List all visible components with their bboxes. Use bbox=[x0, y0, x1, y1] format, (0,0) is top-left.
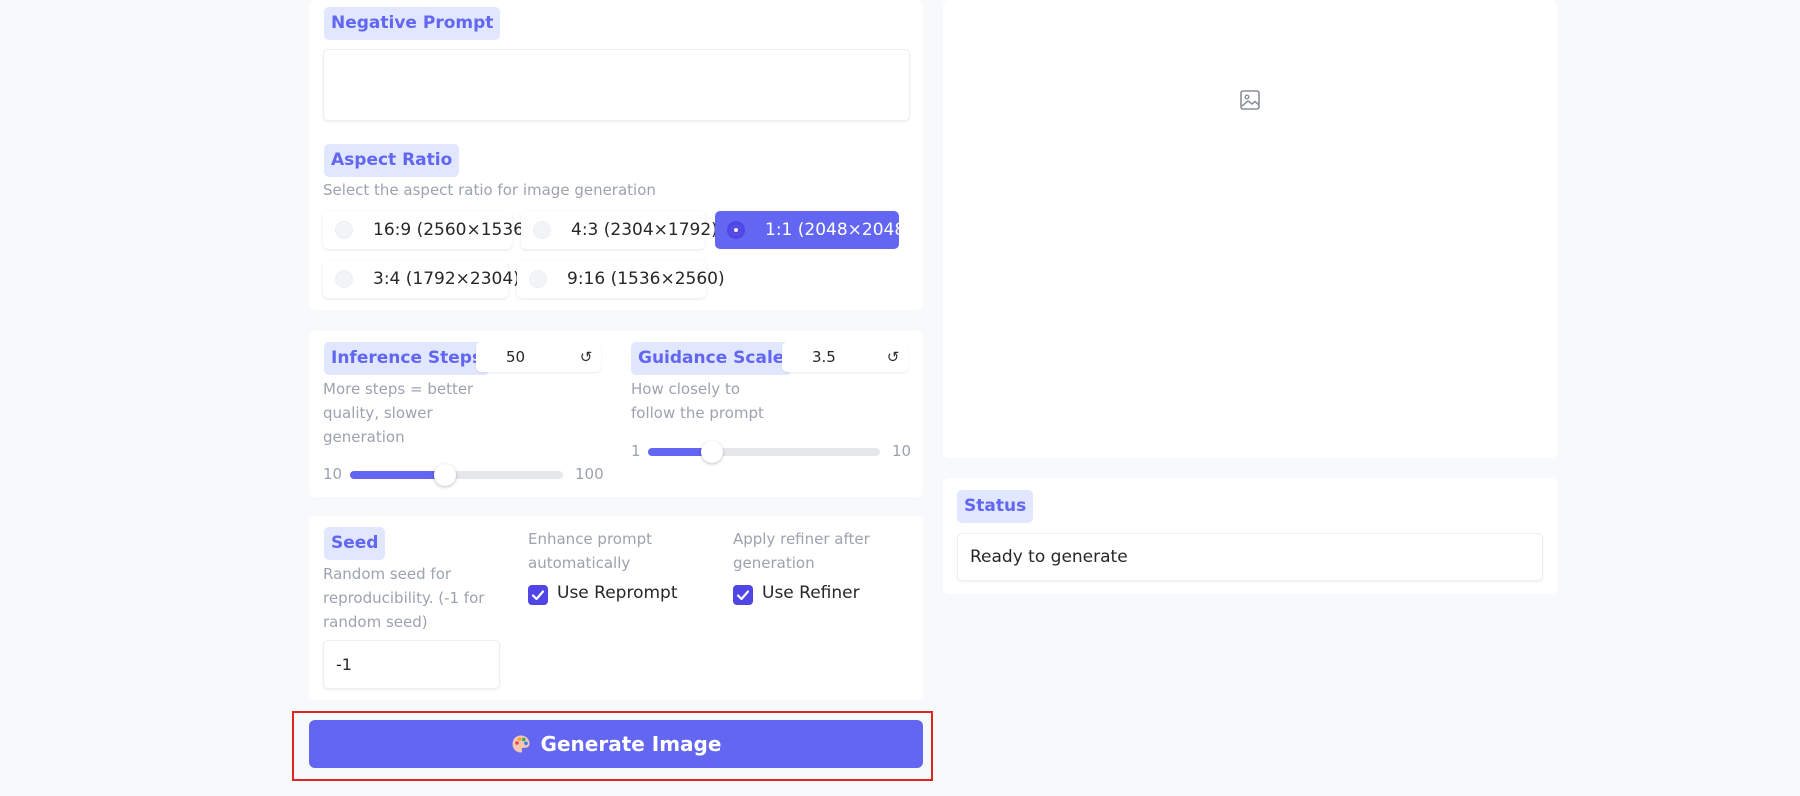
check-icon bbox=[736, 590, 750, 601]
slider-thumb[interactable] bbox=[701, 441, 723, 463]
hint-line: How closely to bbox=[631, 380, 740, 398]
aspect-option-9-16[interactable]: 9:16 (1536×2560) bbox=[517, 260, 725, 298]
aspect-option-label: 1:1 (2048×2048) bbox=[765, 220, 912, 240]
refiner-hint: Apply refiner after generation bbox=[733, 527, 903, 575]
inference-steps-hint: More steps = better quality, slower gene… bbox=[323, 377, 503, 449]
guidance-scale-hint: How closely to follow the prompt bbox=[631, 377, 791, 425]
guidance-scale-value: 3.5 bbox=[812, 348, 836, 366]
seed-value: -1 bbox=[336, 655, 352, 674]
inference-steps-min: 10 bbox=[323, 465, 343, 483]
output-image-panel bbox=[943, 0, 1557, 458]
seed-hint: Random seed for reproducibility. (-1 for… bbox=[323, 562, 503, 634]
aspect-option-label: 16:9 (2560×1536) bbox=[373, 220, 531, 240]
radio-circle bbox=[529, 270, 547, 288]
aspect-option-1-1[interactable]: 1:1 (2048×2048) bbox=[715, 211, 912, 249]
seed-input[interactable]: -1 bbox=[323, 640, 500, 689]
hint-line: generation bbox=[733, 554, 815, 572]
hint-line: follow the prompt bbox=[631, 404, 764, 422]
guidance-scale-label: Guidance Scale bbox=[631, 342, 792, 375]
aspect-ratio-hint: Select the aspect ratio for image genera… bbox=[323, 181, 656, 199]
radio-circle bbox=[335, 270, 353, 288]
aspect-option-label: 3:4 (1792×2304) bbox=[373, 269, 520, 289]
guidance-scale-max: 10 bbox=[892, 442, 912, 460]
hint-line: Enhance prompt bbox=[528, 530, 652, 548]
status-label: Status bbox=[957, 490, 1034, 523]
highlight-box bbox=[292, 711, 933, 781]
inference-steps-label: Inference Steps bbox=[324, 342, 490, 375]
slider-thumb[interactable] bbox=[434, 464, 456, 486]
aspect-ratio-label: Aspect Ratio bbox=[324, 144, 460, 177]
hint-line: Random seed for bbox=[323, 565, 452, 583]
reprompt-label[interactable]: Use Reprompt bbox=[557, 583, 678, 603]
guidance-scale-input[interactable]: 3.5 ↺ bbox=[782, 342, 908, 372]
hint-line: random seed) bbox=[323, 613, 428, 631]
negative-prompt-input[interactable] bbox=[323, 49, 910, 121]
image-placeholder-icon bbox=[1240, 90, 1260, 110]
aspect-option-label: 9:16 (1536×2560) bbox=[567, 269, 725, 289]
hint-line: quality, slower bbox=[323, 404, 433, 422]
radio-circle bbox=[335, 221, 353, 239]
radio-circle bbox=[533, 221, 551, 239]
aspect-option-label: 4:3 (2304×1792) bbox=[571, 220, 718, 240]
radio-circle-selected bbox=[727, 221, 745, 239]
refiner-checkbox[interactable] bbox=[733, 585, 753, 605]
hint-line: automatically bbox=[528, 554, 631, 572]
aspect-option-16-9[interactable]: 16:9 (2560×1536) bbox=[323, 211, 531, 249]
seed-label: Seed bbox=[324, 527, 386, 560]
reprompt-hint: Enhance prompt automatically bbox=[528, 527, 698, 575]
reset-icon[interactable]: ↺ bbox=[878, 348, 908, 366]
guidance-scale-slider[interactable] bbox=[648, 441, 880, 463]
status-text: Ready to generate bbox=[970, 547, 1128, 567]
inference-steps-slider[interactable] bbox=[350, 464, 563, 486]
refiner-label[interactable]: Use Refiner bbox=[762, 583, 860, 603]
hint-line: reproducibility. (-1 for bbox=[323, 589, 485, 607]
status-output: Ready to generate bbox=[957, 533, 1543, 581]
hint-line: Apply refiner after bbox=[733, 530, 870, 548]
inference-steps-max: 100 bbox=[575, 465, 604, 483]
aspect-option-3-4[interactable]: 3:4 (1792×2304) bbox=[323, 260, 520, 298]
inference-steps-input[interactable]: 50 ↺ bbox=[476, 342, 601, 372]
inference-steps-value: 50 bbox=[506, 348, 526, 366]
check-icon bbox=[531, 590, 545, 601]
hint-line: More steps = better bbox=[323, 380, 474, 398]
hint-line: generation bbox=[323, 428, 405, 446]
slider-fill bbox=[350, 471, 445, 479]
negative-prompt-label: Negative Prompt bbox=[324, 7, 501, 40]
guidance-scale-min: 1 bbox=[631, 442, 641, 460]
reset-icon[interactable]: ↺ bbox=[571, 348, 601, 366]
aspect-option-4-3[interactable]: 4:3 (2304×1792) bbox=[521, 211, 718, 249]
reprompt-checkbox[interactable] bbox=[528, 585, 548, 605]
